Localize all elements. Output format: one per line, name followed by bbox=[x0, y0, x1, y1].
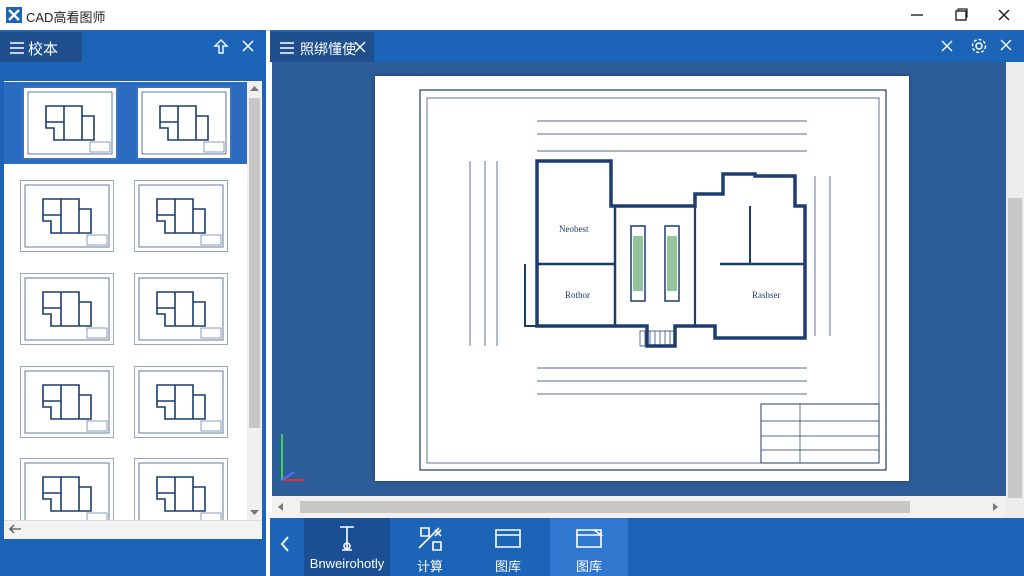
library-icon bbox=[495, 529, 521, 548]
thumbnail-plan bbox=[24, 277, 110, 341]
left-horizontal-scrollbar[interactable] bbox=[4, 520, 262, 539]
close-icon bbox=[998, 9, 1010, 21]
minimize-button[interactable] bbox=[906, 4, 928, 26]
drawing-thumbnail[interactable] bbox=[134, 273, 228, 345]
maximize-button[interactable] bbox=[950, 4, 972, 26]
measure-icon bbox=[340, 526, 354, 551]
thumbnail-plan bbox=[24, 462, 110, 526]
thumbnail-plan bbox=[138, 370, 224, 434]
tool-measure[interactable]: Bnweirohotly bbox=[304, 518, 390, 576]
pin-icon[interactable] bbox=[212, 38, 230, 56]
tool-library-active[interactable]: 图库 bbox=[550, 518, 628, 576]
ucs-axis-icon bbox=[281, 434, 304, 481]
drawing-thumbnail[interactable] bbox=[20, 180, 114, 252]
tool-label: 计算 bbox=[416, 559, 443, 574]
drawing-sheet: Neobest Rothor Rashser bbox=[375, 76, 909, 481]
title-bar: CAD高看图师 bbox=[0, 0, 1024, 31]
arrow-left-icon[interactable] bbox=[8, 523, 22, 535]
scroll-left-arrow-icon[interactable] bbox=[276, 502, 286, 512]
room-label: Rashser bbox=[752, 290, 781, 300]
app-title: CAD高看图师 bbox=[26, 10, 106, 25]
tool-label: 图库 bbox=[575, 559, 602, 574]
close-icon[interactable] bbox=[941, 40, 953, 52]
tab-main-panel[interactable]: 照绑懂使 bbox=[270, 32, 374, 62]
scroll-up-arrow-icon[interactable] bbox=[249, 84, 260, 94]
tab-label: 照绑懂使 bbox=[300, 41, 356, 57]
app-logo-icon bbox=[6, 7, 22, 23]
scroll-right-arrow-icon[interactable] bbox=[990, 502, 1000, 512]
thumbnail-plan bbox=[24, 370, 110, 434]
calculate-icon bbox=[418, 527, 442, 551]
menu-icon bbox=[280, 42, 294, 54]
tab-left-panel[interactable]: 校本 bbox=[0, 32, 82, 62]
menu-icon bbox=[10, 42, 24, 54]
thumbnail-plan bbox=[141, 91, 227, 155]
thumbnail-plan bbox=[138, 184, 224, 248]
left-scrollbar-thumb[interactable] bbox=[249, 98, 260, 428]
floor-plan-drawing: Neobest Rothor Rashser bbox=[419, 89, 887, 471]
drawing-thumbnail[interactable] bbox=[134, 180, 228, 252]
library-icon bbox=[576, 529, 604, 548]
settings-icon[interactable] bbox=[970, 37, 988, 55]
close-icon[interactable] bbox=[1000, 39, 1012, 51]
drawing-thumbnail[interactable] bbox=[22, 86, 118, 160]
close-window-button[interactable] bbox=[993, 4, 1015, 26]
drawing-thumbnail[interactable] bbox=[136, 86, 232, 160]
drawing-thumbnail[interactable] bbox=[134, 366, 228, 438]
thumbnail-plan bbox=[27, 91, 113, 155]
room-label: Rothor bbox=[565, 290, 590, 300]
minimize-icon bbox=[911, 14, 923, 16]
close-icon[interactable] bbox=[354, 41, 366, 53]
horizontal-scrollbar-thumb[interactable] bbox=[300, 501, 910, 513]
tool-calculate[interactable]: 计算 bbox=[394, 518, 466, 576]
room-label: Neobest bbox=[559, 224, 589, 234]
thumbnail-plan bbox=[138, 462, 224, 526]
close-icon[interactable] bbox=[241, 39, 255, 53]
chevron-left-icon[interactable] bbox=[278, 534, 292, 554]
drawing-thumbnail[interactable] bbox=[20, 273, 114, 345]
tool-label: Bnweirohotly bbox=[309, 556, 385, 571]
tab-label: 校本 bbox=[28, 41, 59, 58]
tool-label: 图库 bbox=[494, 559, 521, 574]
drawing-thumbnail[interactable] bbox=[20, 366, 114, 438]
scroll-down-arrow-icon[interactable] bbox=[249, 507, 260, 517]
restore-icon bbox=[955, 8, 968, 21]
main-panel-header bbox=[270, 30, 1024, 62]
tool-library[interactable]: 图库 bbox=[470, 518, 546, 576]
thumbnail-plan bbox=[138, 277, 224, 341]
thumbnail-plan bbox=[24, 184, 110, 248]
vertical-scrollbar-thumb[interactable] bbox=[1008, 198, 1022, 498]
